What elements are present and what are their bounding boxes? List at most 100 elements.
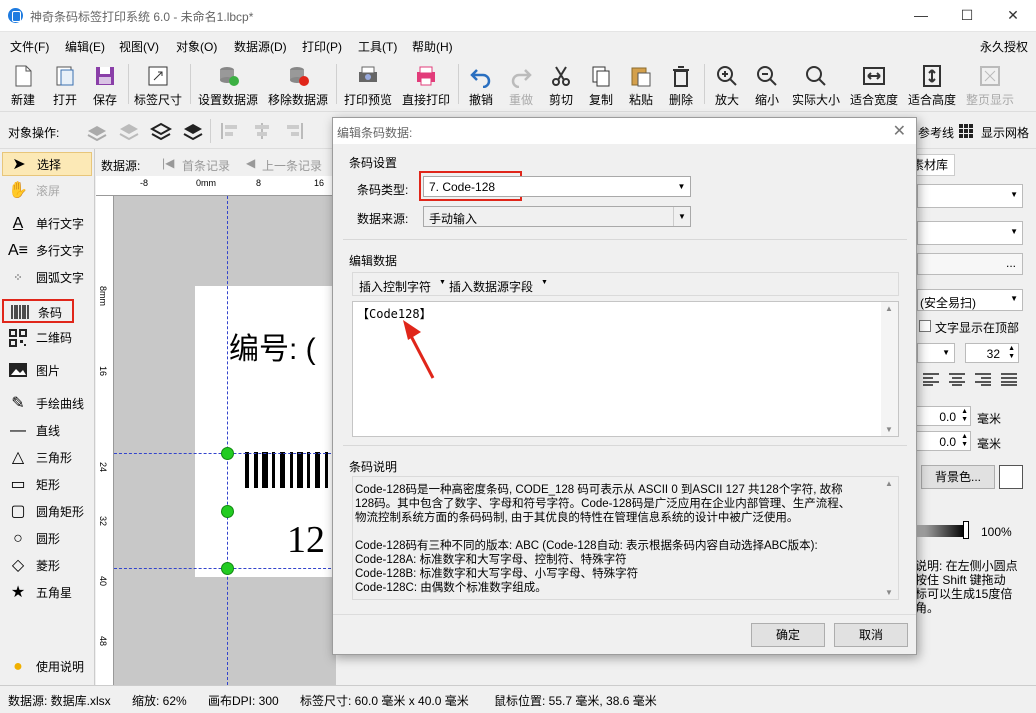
dialog-close-icon[interactable]: ✕	[893, 121, 906, 141]
fit-width-button[interactable]: 适合宽度	[848, 60, 900, 110]
symbology-select[interactable]: (安全易扫) ▼	[917, 289, 1023, 311]
align-right-icon[interactable]	[284, 122, 304, 140]
tool-line[interactable]: — 直线	[2, 419, 92, 443]
new-button[interactable]: 新建	[6, 60, 40, 110]
redo-icon	[509, 64, 533, 89]
trash-icon	[669, 64, 693, 88]
text-top-checkbox[interactable]	[919, 320, 931, 332]
background-color-button[interactable]: 背景色...	[921, 465, 995, 489]
scroll-down-icon[interactable]: ▼	[885, 588, 893, 597]
align-left-icon[interactable]	[220, 122, 240, 140]
menu-help[interactable]: 帮助(H)	[412, 38, 453, 55]
tool-freehand[interactable]: ✎ 手绘曲线	[2, 392, 92, 416]
zoom-in-label: 放大	[714, 93, 739, 107]
set-datasource-button[interactable]: 设置数据源	[196, 60, 260, 110]
property-dropdown-1[interactable]: ▼	[917, 184, 1023, 208]
font-size-spinner[interactable]: 32 ▲ ▼	[965, 343, 1019, 363]
ruler-h-tick: 0mm	[196, 178, 216, 188]
delete-button[interactable]: 删除	[664, 60, 698, 110]
description-line: 物流控制系统方面的条码码制, 由于其优良的特性在管理信息系统的设计中被广泛使用。	[355, 512, 799, 524]
copy-button[interactable]: 复制	[584, 60, 618, 110]
tool-single-text[interactable]: A̲ 单行文字	[2, 212, 92, 236]
open-button[interactable]: 打开	[48, 60, 82, 110]
description-scrollbar[interactable]: ▲ ▼	[881, 477, 898, 599]
menu-tools[interactable]: 工具(T)	[358, 38, 397, 55]
remove-datasource-button[interactable]: 移除数据源	[266, 60, 330, 110]
direct-print-button[interactable]: 直接打印	[400, 60, 452, 110]
undo-button[interactable]: 撤销	[464, 60, 498, 110]
layer-up-icon[interactable]	[149, 121, 173, 141]
color-swatch[interactable]	[999, 465, 1023, 489]
maximize-button[interactable]: ☐	[944, 0, 990, 32]
offset-x-spinner[interactable]: 0.0 ▲ ▼	[915, 406, 971, 426]
tool-qrcode[interactable]: 二维码	[2, 326, 92, 350]
label-paper[interactable]: 编号: ( 12	[195, 286, 336, 577]
menu-edit[interactable]: 编辑(E)	[65, 38, 105, 55]
print-preview-button[interactable]: 打印预览	[342, 60, 394, 110]
help-guide[interactable]: ● 使用说明	[2, 655, 92, 679]
layer-bottom-icon[interactable]	[86, 121, 108, 142]
description-line	[355, 525, 879, 539]
data-source-select[interactable]: 手动输入 ▼	[423, 206, 691, 227]
menu-datasource[interactable]: 数据源(D)	[234, 38, 287, 55]
menu-print[interactable]: 打印(P)	[302, 38, 342, 55]
actual-size-button[interactable]: 实际大小	[790, 60, 842, 110]
app-logo-icon	[8, 8, 23, 23]
close-window-button[interactable]: ✕	[990, 0, 1036, 32]
fit-height-button[interactable]: 适合高度	[906, 60, 958, 110]
resize-handle[interactable]	[221, 447, 234, 460]
opacity-slider-thumb[interactable]	[963, 521, 969, 539]
unit-label: 毫米	[977, 437, 1002, 451]
label-size-button[interactable]: 标签尺寸	[132, 60, 184, 110]
first-record-button[interactable]: 首条记录	[182, 157, 230, 174]
cancel-button[interactable]: 取消	[834, 623, 908, 647]
tool-arc-text[interactable]: ⁘ 圆弧文字	[2, 266, 92, 290]
tool-multi-text[interactable]: A≡ 多行文字	[2, 239, 92, 263]
scissors-icon	[549, 64, 573, 88]
property-browse-field[interactable]: ...	[917, 253, 1023, 275]
tool-scroll[interactable]: ✋ 滚屏	[2, 179, 92, 203]
cut-button[interactable]: 剪切	[544, 60, 578, 110]
resize-handle[interactable]	[221, 505, 234, 518]
show-grid-toggle[interactable]: 显示网格	[981, 124, 1029, 141]
redo-button[interactable]: 重做	[504, 60, 538, 110]
tool-circle[interactable]: ○ 圆形	[2, 527, 92, 551]
menu-file[interactable]: 文件(F)	[10, 38, 49, 55]
save-button[interactable]: 保存	[88, 60, 122, 110]
tool-select[interactable]: ➤ 选择	[2, 152, 92, 176]
full-page-label: 整页显示	[965, 93, 1014, 107]
tool-rounded-rect[interactable]: ▢ 圆角矩形	[2, 500, 92, 524]
ok-button[interactable]: 确定	[751, 623, 825, 647]
tool-triangle[interactable]: △ 三角形	[2, 446, 92, 470]
text-align-buttons[interactable]	[921, 372, 1019, 386]
tool-scroll-label: 滚屏	[36, 184, 61, 198]
paste-button[interactable]: 粘贴	[624, 60, 658, 110]
first-record-icon: |◀	[162, 156, 175, 170]
desc-group-title: 条码说明	[349, 460, 398, 474]
barcode-type-select[interactable]: 7. Code-128 ▼	[423, 176, 691, 197]
ref-line-toggle[interactable]: 参考线	[918, 124, 954, 141]
property-dropdown-2[interactable]: ▼	[917, 221, 1023, 245]
zoom-out-button[interactable]: 缩小	[750, 60, 784, 110]
tool-rectangle[interactable]: ▭ 矩形	[2, 473, 92, 497]
full-page-button[interactable]: 整页显示	[964, 60, 1016, 110]
font-family-select[interactable]: ▼	[917, 343, 955, 363]
tool-barcode[interactable]: 条码	[2, 299, 74, 323]
menu-view[interactable]: 视图(V)	[119, 38, 159, 55]
layer-top-icon[interactable]	[182, 121, 204, 141]
zoom-in-button[interactable]: 放大	[710, 60, 744, 110]
label-text-object[interactable]: 编号: (	[229, 324, 316, 368]
tool-image[interactable]: 图片	[2, 359, 92, 383]
menu-object[interactable]: 对象(O)	[176, 38, 217, 55]
align-center-icon[interactable]	[252, 122, 272, 140]
tool-star[interactable]: ★ 五角星	[2, 581, 92, 605]
layer-down-icon[interactable]	[118, 121, 140, 141]
minimize-button[interactable]: —	[898, 0, 944, 32]
zoom-out-icon	[755, 64, 779, 88]
resize-handle[interactable]	[221, 562, 234, 575]
barcode-object[interactable]	[245, 452, 336, 488]
tool-diamond[interactable]: ◇ 菱形	[2, 554, 92, 578]
offset-y-spinner[interactable]: 0.0 ▲ ▼	[915, 431, 971, 451]
scroll-up-icon[interactable]: ▲	[885, 479, 893, 488]
prev-record-button[interactable]: 上一条记录	[262, 157, 322, 174]
